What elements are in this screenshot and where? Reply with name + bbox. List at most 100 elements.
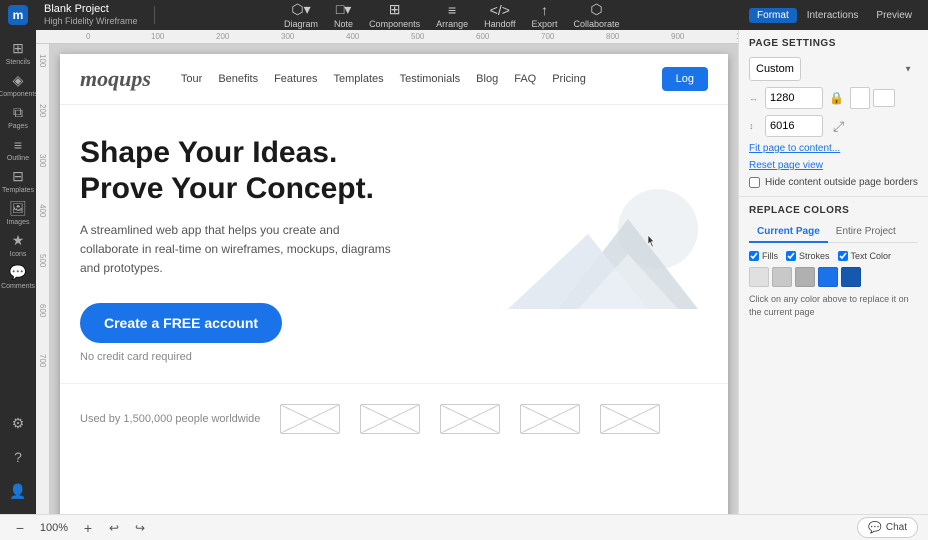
width-icon: ↔ (749, 93, 761, 103)
swatch-light-gray[interactable] (749, 267, 769, 287)
components-icon: ⊞ (389, 1, 401, 18)
strokes-label: Strokes (799, 251, 830, 261)
hero-title-line1: Shape Your Ideas. (80, 135, 488, 171)
preview-panel-btn[interactable]: Preview (868, 8, 920, 23)
sidebar-item-components[interactable]: ◈ Components (3, 70, 33, 100)
nav-features: Features (274, 73, 317, 85)
templates-icon: ⊟ (12, 168, 24, 185)
settings-icon: ⚙ (12, 415, 25, 432)
width-input-group: ↔ (749, 87, 823, 109)
tool-arrange[interactable]: ≡ Arrange (436, 2, 468, 29)
swatch-dark-blue[interactable] (841, 267, 861, 287)
mockup-hero-left: Shape Your Ideas. Prove Your Concept. A … (80, 135, 488, 363)
redo-button[interactable]: ↪ (130, 518, 150, 538)
tool-export[interactable]: ↑ Export (531, 2, 557, 29)
height-input[interactable] (765, 115, 823, 137)
reset-view-link[interactable]: Reset page view (749, 160, 823, 171)
tool-components[interactable]: ⊞ Components (369, 1, 420, 29)
mockup-hero-right (488, 135, 708, 363)
ruler-v-100: 100 (38, 54, 47, 104)
hide-outside-label: Hide content outside page borders (765, 177, 918, 188)
help-btn[interactable]: ? (3, 442, 33, 472)
landscape-icon[interactable] (873, 89, 895, 107)
zoom-in-button[interactable]: + (78, 518, 98, 538)
sidebar-item-comments[interactable]: 💬 Comments (3, 262, 33, 292)
mockup-hero-subtitle: A streamlined web app that helps you cre… (80, 221, 400, 279)
partner-logo-3 (440, 404, 500, 434)
toolbar-divider (154, 6, 155, 24)
ruler-v-500: 500 (38, 254, 47, 304)
chat-label: Chat (886, 522, 907, 533)
mockup-footer-logos: Used by 1,500,000 people worldwide (60, 383, 728, 454)
mockup-login-button[interactable]: Log (662, 67, 708, 91)
settings-btn[interactable]: ⚙ (3, 408, 33, 438)
right-panel: PAGE SETTINGS Custom ▼ ↔ 🔒 (738, 30, 928, 514)
sidebar-item-outline[interactable]: ≡ Outline (3, 134, 33, 164)
color-type-checkboxes: Fills Strokes Text Color (749, 251, 918, 261)
canvas-with-ruler: 100 200 300 400 500 600 700 moqups Tour … (36, 44, 738, 514)
toolbar: m Blank Project High Fidelity Wireframe … (0, 0, 928, 30)
nav-tour: Tour (181, 73, 202, 85)
ruler-v-200: 200 (38, 104, 47, 154)
text-color-checkbox[interactable] (838, 251, 848, 261)
sidebar-item-images[interactable]: 🖼 Images (3, 198, 33, 228)
note-icon: □▾ (336, 1, 351, 18)
ruler-mark-200: 200 (216, 32, 281, 41)
hide-outside-checkbox[interactable] (749, 177, 760, 188)
nav-templates: Templates (334, 73, 384, 85)
fills-checkbox[interactable] (749, 251, 759, 261)
left-sidebar: ⊞ Stencils ◈ Components ⧉ Pages ≡ Outlin… (0, 30, 36, 514)
partner-logo-1 (280, 404, 340, 434)
tool-note[interactable]: □▾ Note (334, 1, 353, 29)
expand-icon[interactable]: ⤢ (833, 118, 844, 135)
interactions-panel-btn[interactable]: Interactions (799, 8, 867, 23)
sidebar-item-icons[interactable]: ★ Icons (3, 230, 33, 260)
mockup-hero: Shape Your Ideas. Prove Your Concept. A … (60, 105, 728, 383)
partner-logo-4 (520, 404, 580, 434)
format-panel-btn[interactable]: Format (749, 8, 797, 23)
handoff-icon: </> (490, 2, 510, 18)
icons-icon: ★ (12, 232, 25, 249)
ruler-mark-400: 400 (346, 32, 411, 41)
ruler-mark-100: 100 (151, 32, 216, 41)
lock-icon[interactable]: 🔒 (829, 91, 844, 105)
zoom-out-button[interactable]: − (10, 518, 30, 538)
mountain-illustration (498, 169, 698, 329)
components-sidebar-icon: ◈ (13, 72, 24, 89)
swatch-gray[interactable] (772, 267, 792, 287)
ruler-h-marks: 0 100 200 300 400 500 600 700 800 900 10… (86, 32, 738, 41)
fit-page-link[interactable]: Fit page to content... (749, 143, 840, 154)
bottom-bar: − 100% + ↩ ↪ 💬 Chat (0, 514, 928, 540)
canvas-area[interactable]: moqups Tour Benefits Features Templates … (50, 44, 738, 514)
mockup-nav-links: Tour Benefits Features Templates Testimo… (181, 73, 662, 85)
fills-label: Fills (762, 251, 778, 261)
nav-faq: FAQ (514, 73, 536, 85)
tool-diagram[interactable]: ⬡▾ Diagram (284, 1, 318, 29)
tab-entire-project[interactable]: Entire Project (828, 222, 904, 243)
page-mode-icons (850, 87, 895, 109)
preset-select[interactable]: Custom (749, 57, 801, 81)
undo-button[interactable]: ↩ (104, 518, 124, 538)
cta-button[interactable]: Create a FREE account (80, 303, 282, 343)
sidebar-item-stencils[interactable]: ⊞ Stencils (3, 38, 33, 68)
tool-handoff[interactable]: </> Handoff (484, 2, 515, 29)
chat-button[interactable]: 💬 Chat (857, 517, 918, 538)
canvas-page: moqups Tour Benefits Features Templates … (60, 54, 728, 514)
nav-testimonials: Testimonials (400, 73, 461, 85)
swatch-blue[interactable] (818, 267, 838, 287)
portrait-icon[interactable] (850, 87, 870, 109)
cta-note: No credit card required (80, 351, 488, 363)
stencils-icon: ⊞ (12, 40, 24, 57)
swatch-dark-gray[interactable] (795, 267, 815, 287)
tool-collaborate[interactable]: ⬡ Collaborate (574, 1, 620, 29)
width-input[interactable] (765, 87, 823, 109)
strokes-checkbox[interactable] (786, 251, 796, 261)
avatar-btn[interactable]: 👤 (3, 476, 33, 506)
nav-benefits: Benefits (218, 73, 258, 85)
images-icon: 🖼 (9, 200, 27, 217)
ruler-v-400: 400 (38, 204, 47, 254)
tab-current-page[interactable]: Current Page (749, 222, 828, 243)
sidebar-item-pages[interactable]: ⧉ Pages (3, 102, 33, 132)
export-icon: ↑ (541, 2, 548, 18)
sidebar-item-templates[interactable]: ⊟ Templates (3, 166, 33, 196)
